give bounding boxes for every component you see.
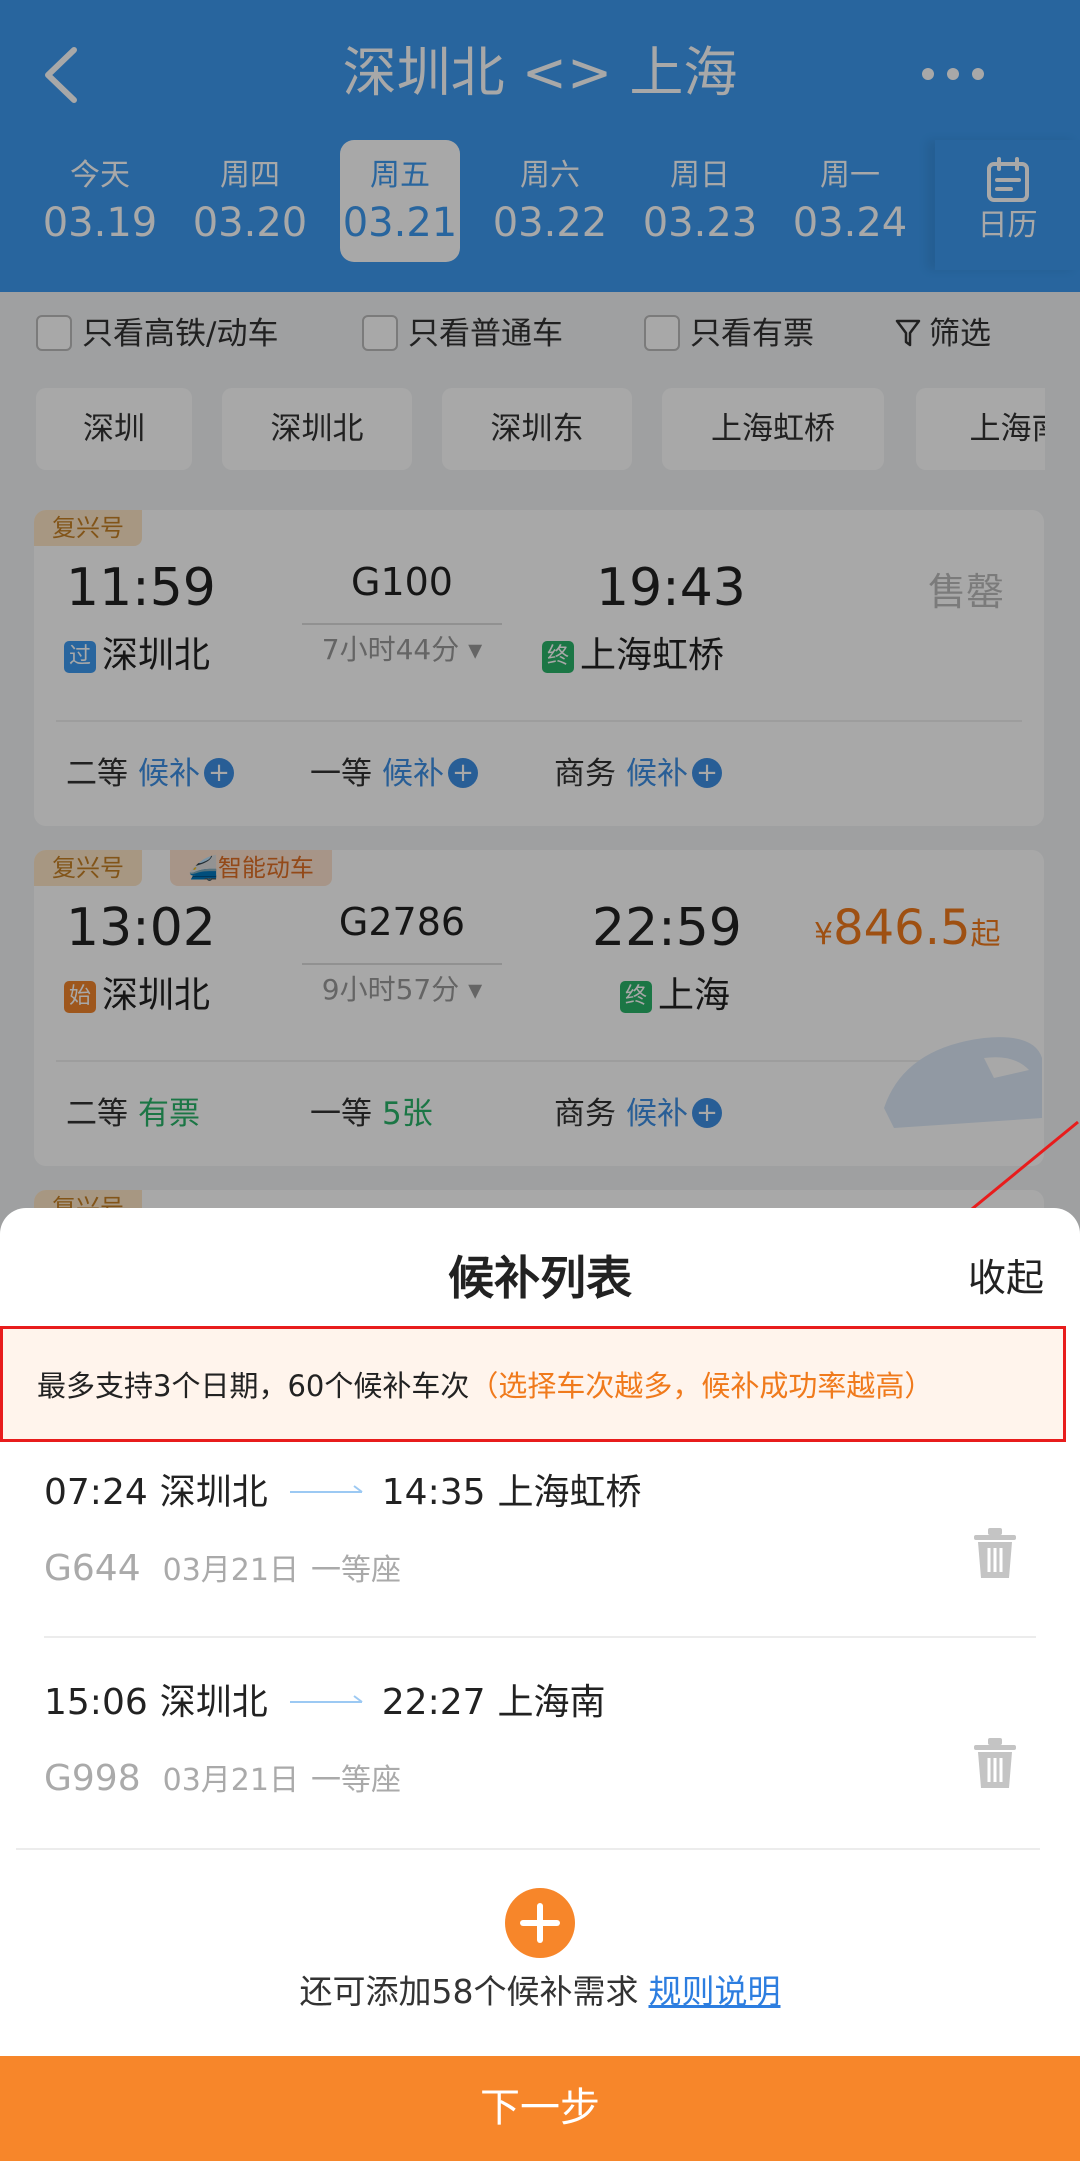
arrive-station: 上海南 bbox=[497, 1682, 606, 1723]
waitlist-meta: G998 03月21日 一等座 bbox=[44, 1754, 413, 1806]
train-number: G644 bbox=[44, 1548, 141, 1589]
depart-time: 15:06 bbox=[44, 1682, 148, 1723]
notice-banner: 最多支持3个日期，60个候补车次（选择车次越多，候补成功率越高） bbox=[0, 1326, 1066, 1442]
notice-highlight: （选择车次越多，候补成功率越高） bbox=[469, 1369, 934, 1403]
waitlist-route: 07:24 深圳北 14:35 上海虹桥 bbox=[44, 1468, 654, 1518]
notice-text: 最多支持3个日期，60个候补车次（选择车次越多，候补成功率越高） bbox=[37, 1365, 933, 1407]
delete-trash-icon[interactable] bbox=[974, 1738, 1016, 1790]
train-number: G998 bbox=[44, 1758, 141, 1799]
sheet-title: 候补列表 bbox=[448, 1251, 632, 1305]
depart-station: 深圳北 bbox=[159, 1682, 268, 1723]
arrow-right-icon bbox=[289, 1485, 363, 1493]
waitlist-meta: G644 03月21日 一等座 bbox=[44, 1544, 413, 1596]
delete-trash-icon[interactable] bbox=[974, 1528, 1016, 1580]
add-hint: 还可添加58个候补需求 规则说明 bbox=[0, 1968, 1080, 2016]
divider bbox=[44, 1636, 1036, 1638]
arrive-station: 上海虹桥 bbox=[497, 1472, 642, 1513]
seat-class: 一等座 bbox=[310, 1553, 401, 1588]
depart-station: 深圳北 bbox=[159, 1472, 268, 1513]
add-waitlist-button[interactable] bbox=[505, 1888, 575, 1958]
arrow-right-icon bbox=[289, 1695, 363, 1703]
divider bbox=[16, 1848, 1040, 1850]
arrive-time: 22:27 bbox=[381, 1682, 486, 1723]
travel-date: 03月21日 bbox=[162, 1553, 299, 1588]
notice-main: 最多支持3个日期，60个候补车次 bbox=[37, 1369, 470, 1403]
waitlist-route: 15:06 深圳北 22:27 上海南 bbox=[44, 1678, 618, 1728]
depart-time: 07:24 bbox=[44, 1472, 148, 1513]
waitlist-sheet: 候补列表 收起 最多支持3个日期，60个候补车次（选择车次越多，候补成功率越高）… bbox=[0, 1208, 1080, 2161]
seat-class: 一等座 bbox=[310, 1763, 401, 1798]
waitlist-item[interactable]: 07:24 深圳北 14:35 上海虹桥 G644 03月21日 一等座 bbox=[44, 1468, 1036, 1678]
rules-link[interactable]: 规则说明 bbox=[649, 1972, 781, 2011]
add-hint-text: 还可添加58个候补需求 bbox=[299, 1972, 639, 2011]
arrive-time: 14:35 bbox=[381, 1472, 486, 1513]
waitlist-item[interactable]: 15:06 深圳北 22:27 上海南 G998 03月21日 一等座 bbox=[44, 1678, 1036, 1888]
plus-icon bbox=[520, 1903, 560, 1943]
collapse-button[interactable]: 收起 bbox=[968, 1252, 1044, 1304]
next-step-button[interactable]: 下一步 bbox=[0, 2056, 1080, 2161]
travel-date: 03月21日 bbox=[162, 1763, 299, 1798]
